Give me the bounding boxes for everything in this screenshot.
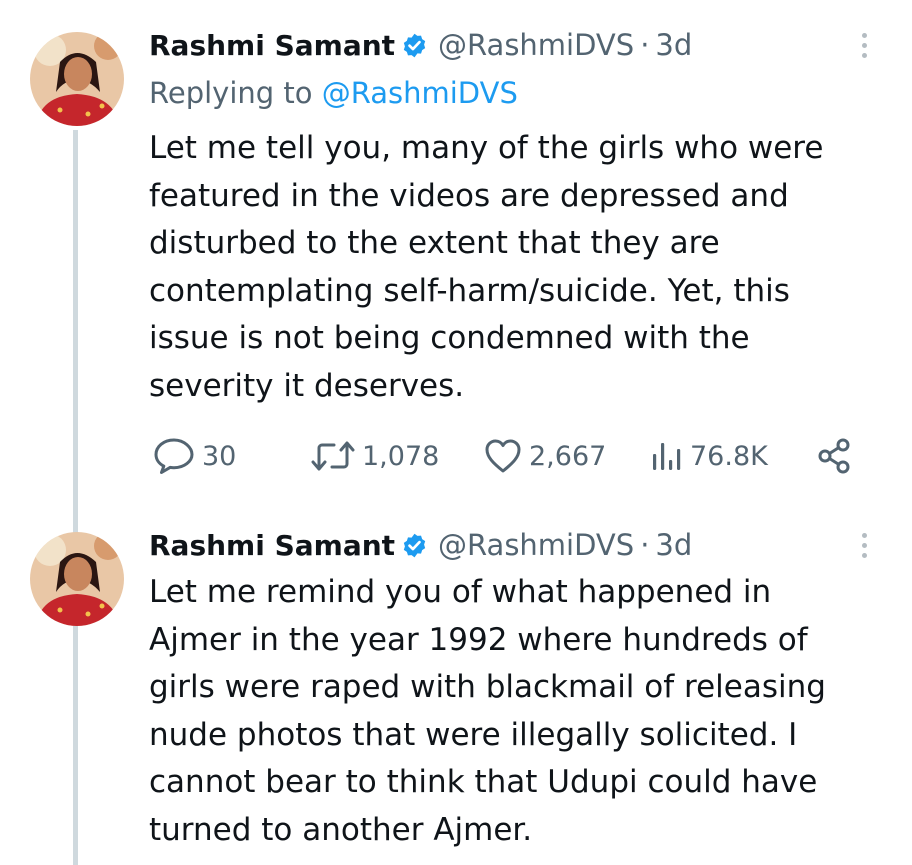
tweet-text: Let me remind you of what happened in Aj…	[149, 574, 826, 848]
share-icon	[816, 437, 854, 475]
replying-to-link[interactable]: @RashmiDVS	[322, 76, 518, 110]
reply-count: 30	[202, 440, 237, 472]
action-bar: 30 1,078 2,667 76.8K	[152, 432, 862, 480]
replying-to: Replying to @RashmiDVS	[149, 76, 518, 110]
tweet-header: Rashmi Samant @RashmiDVS · 3d	[149, 524, 692, 566]
views-button[interactable]: 76.8K	[650, 432, 768, 480]
like-count: 2,667	[529, 440, 607, 472]
separator-dot: ·	[640, 528, 650, 562]
more-vertical-icon[interactable]	[854, 25, 874, 65]
timestamp[interactable]: 3d	[655, 528, 692, 562]
author-name[interactable]: Rashmi Samant	[149, 29, 395, 62]
reply-button[interactable]: 30	[152, 432, 236, 480]
tweet-1[interactable]: Rashmi Samant @RashmiDVS · 3d Replying t…	[0, 0, 912, 510]
views-chart-icon	[650, 439, 684, 473]
tweet-text: Let me tell you, many of the girls who w…	[149, 130, 824, 404]
avatar[interactable]	[30, 32, 124, 126]
separator-dot: ·	[640, 28, 650, 62]
retweet-icon	[310, 438, 356, 474]
author-handle[interactable]: @RashmiDVS	[438, 528, 634, 562]
share-button[interactable]	[816, 432, 854, 480]
like-button[interactable]: 2,667	[483, 432, 606, 480]
replying-prefix: Replying to	[149, 76, 322, 110]
retweet-count: 1,078	[362, 440, 440, 472]
reply-icon	[152, 436, 196, 476]
heart-icon	[483, 437, 523, 475]
retweet-button[interactable]: 1,078	[310, 432, 439, 480]
timestamp[interactable]: 3d	[655, 28, 692, 62]
verified-badge-icon	[401, 532, 428, 559]
tweet-2[interactable]: Rashmi Samant @RashmiDVS · 3d Let me rem…	[0, 510, 912, 865]
views-count: 76.8K	[690, 440, 768, 472]
author-handle[interactable]: @RashmiDVS	[438, 28, 634, 62]
more-vertical-icon[interactable]	[854, 525, 874, 565]
author-name[interactable]: Rashmi Samant	[149, 529, 395, 562]
verified-badge-icon	[401, 32, 428, 59]
tweet-header: Rashmi Samant @RashmiDVS · 3d	[149, 24, 692, 66]
avatar[interactable]	[30, 532, 124, 626]
